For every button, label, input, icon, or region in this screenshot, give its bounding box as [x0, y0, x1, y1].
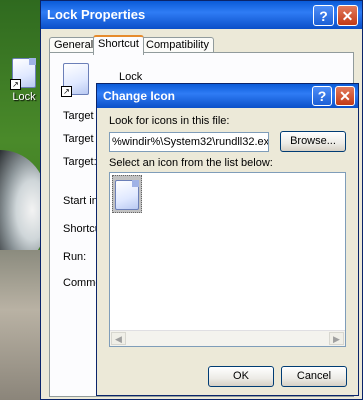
shortcut-arrow-icon: ↗: [10, 79, 21, 90]
shortcut-name: Lock: [119, 71, 143, 83]
ok-button[interactable]: OK: [208, 366, 274, 387]
document-icon: ↗: [61, 63, 89, 97]
change-icon-titlebar[interactable]: Change Icon ? ✕: [97, 84, 358, 108]
close-icon[interactable]: ✕: [335, 86, 355, 106]
dialog-title: Change Icon: [103, 89, 176, 103]
window-title: Lock Properties: [47, 7, 146, 22]
change-icon-dialog: Change Icon ? ✕ Look for icons in this f…: [96, 83, 359, 396]
document-icon: ↗: [10, 58, 36, 90]
scroll-right-icon[interactable]: ▶: [329, 332, 344, 345]
tab-shortcut[interactable]: Shortcut: [93, 35, 144, 55]
tab-general[interactable]: General: [49, 37, 99, 53]
shortcut-arrow-icon: ↗: [61, 86, 72, 97]
icon-file-path-input[interactable]: %windir%\System32\rundll32.exe: [109, 132, 269, 152]
tab-compatibility[interactable]: Compatibility: [141, 37, 214, 53]
help-icon[interactable]: ?: [312, 86, 332, 106]
icon-list[interactable]: ◀ ▶: [109, 172, 346, 347]
select-icon-label: Select an icon from the list below:: [109, 157, 273, 169]
cancel-button[interactable]: Cancel: [281, 366, 347, 387]
run-label: Run:: [63, 251, 87, 263]
close-icon[interactable]: ✕: [337, 5, 358, 26]
browse-button[interactable]: Browse...: [280, 131, 346, 152]
document-icon: [115, 180, 139, 210]
look-for-icons-label: Look for icons in this file:: [109, 115, 230, 127]
properties-titlebar[interactable]: Lock Properties ? ✕: [41, 1, 362, 29]
help-icon[interactable]: ?: [313, 5, 334, 26]
desktop-shortcut-label: Lock: [12, 91, 36, 103]
icon-list-item[interactable]: [112, 175, 142, 213]
desktop-shortcut-lock[interactable]: ↗ Lock: [6, 58, 42, 103]
scroll-left-icon[interactable]: ◀: [111, 332, 126, 345]
horizontal-scrollbar[interactable]: ◀ ▶: [110, 330, 345, 346]
target-label: Target:: [63, 156, 97, 168]
